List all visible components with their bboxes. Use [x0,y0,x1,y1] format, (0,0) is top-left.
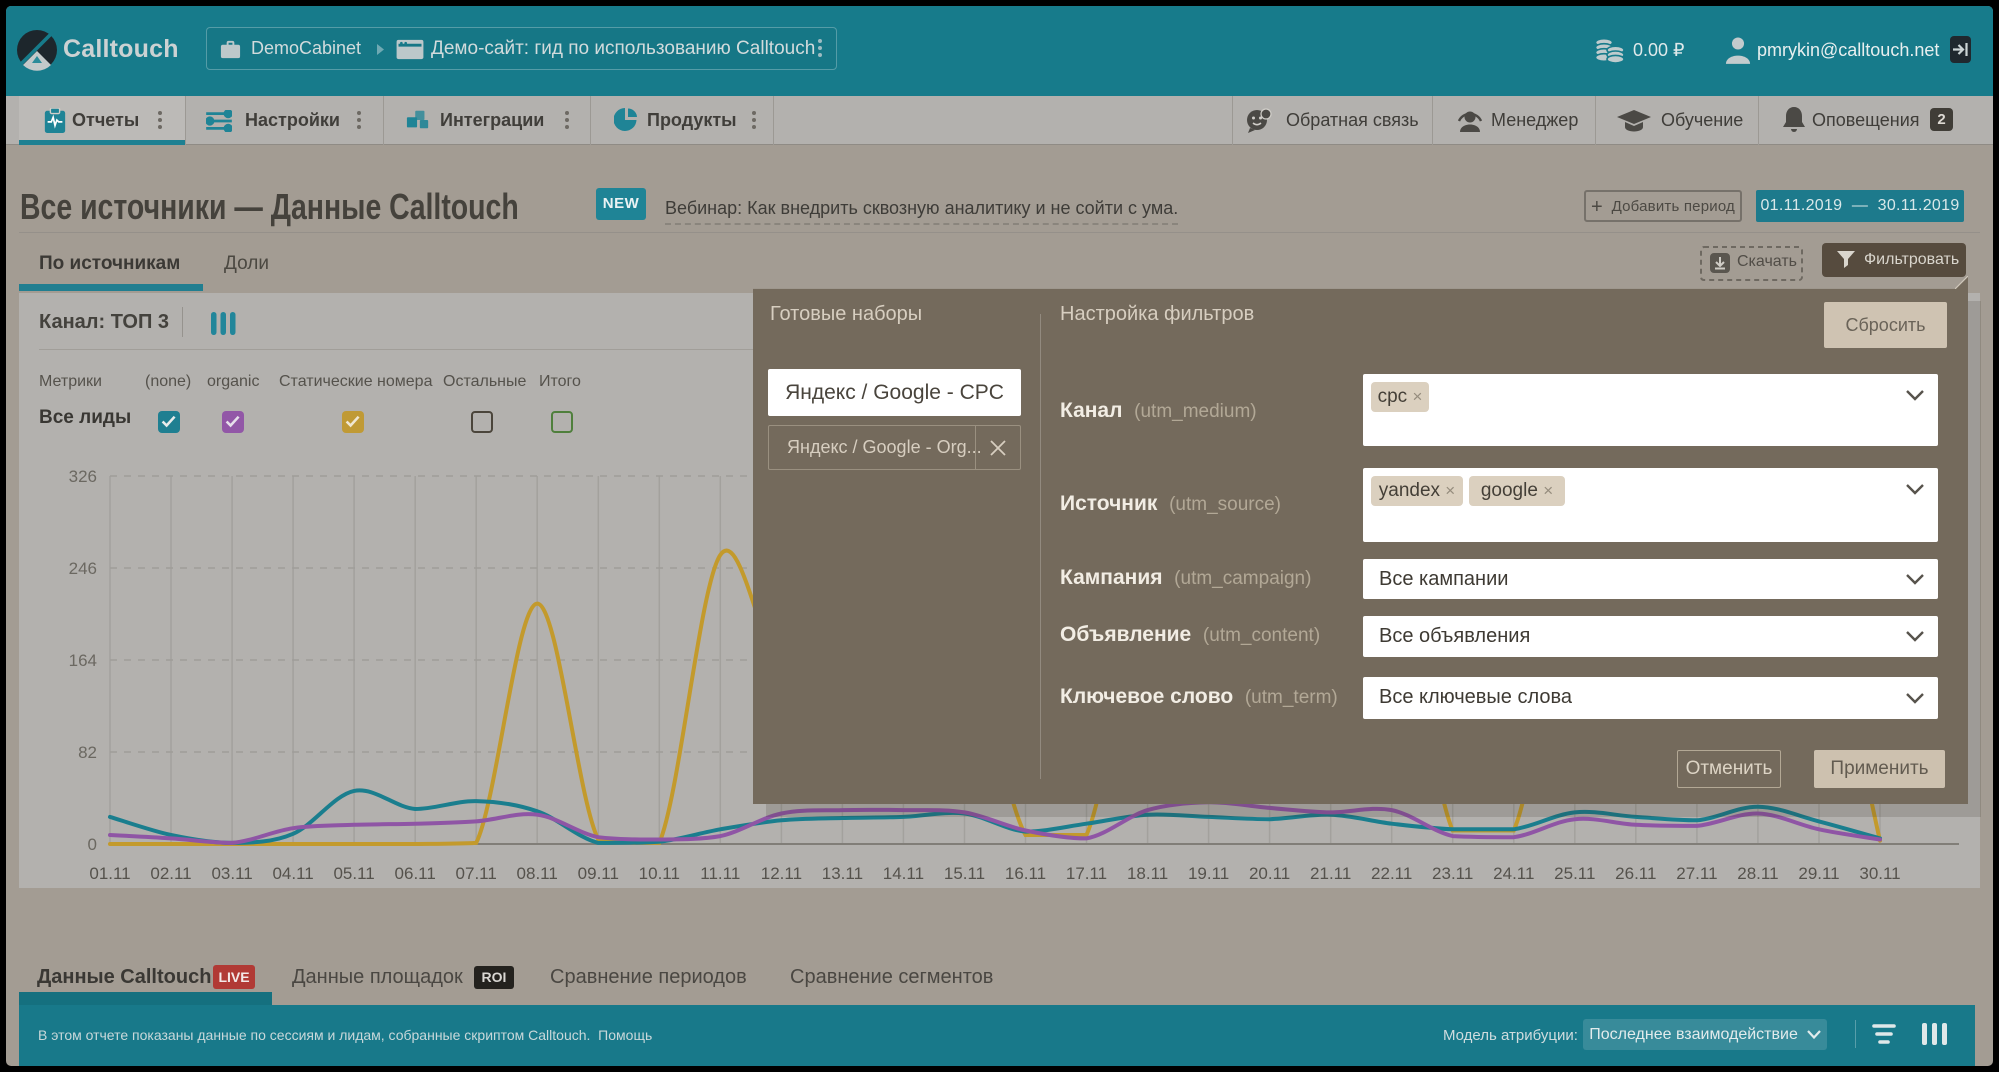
svg-text:26.11: 26.11 [1615,864,1656,883]
svg-text:05.11: 05.11 [333,864,374,883]
svg-text:12.11: 12.11 [761,864,802,883]
svg-text:10.11: 10.11 [639,864,680,883]
svg-text:03.11: 03.11 [211,864,252,883]
svg-text:326: 326 [69,467,97,486]
svg-text:21.11: 21.11 [1310,864,1351,883]
svg-text:24.11: 24.11 [1493,864,1534,883]
svg-text:04.11: 04.11 [272,864,313,883]
svg-text:19.11: 19.11 [1188,864,1229,883]
svg-text:82: 82 [78,743,97,762]
svg-text:27.11: 27.11 [1676,864,1717,883]
svg-text:246: 246 [69,559,97,578]
svg-text:28.11: 28.11 [1737,864,1778,883]
svg-text:01.11: 01.11 [89,864,130,883]
svg-text:20.11: 20.11 [1249,864,1290,883]
svg-text:23.11: 23.11 [1432,864,1473,883]
svg-text:0: 0 [88,835,97,854]
svg-text:16.11: 16.11 [1005,864,1046,883]
svg-text:30.11: 30.11 [1859,864,1900,883]
svg-text:02.11: 02.11 [150,864,191,883]
svg-text:08.11: 08.11 [517,864,558,883]
svg-text:07.11: 07.11 [456,864,497,883]
svg-text:22.11: 22.11 [1371,864,1412,883]
svg-text:29.11: 29.11 [1798,864,1839,883]
svg-text:13.11: 13.11 [822,864,863,883]
svg-text:17.11: 17.11 [1066,864,1107,883]
svg-text:11.11: 11.11 [700,864,740,883]
svg-text:18.11: 18.11 [1127,864,1168,883]
svg-text:25.11: 25.11 [1554,864,1595,883]
svg-text:164: 164 [69,651,97,670]
svg-text:09.11: 09.11 [578,864,619,883]
svg-text:06.11: 06.11 [395,864,436,883]
svg-text:14.11: 14.11 [883,864,924,883]
svg-text:15.11: 15.11 [944,864,985,883]
